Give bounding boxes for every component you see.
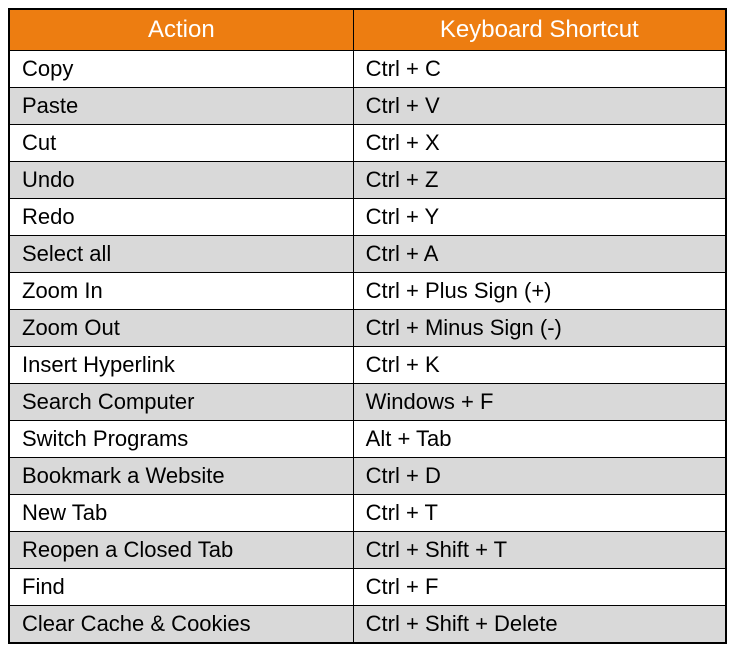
cell-action: Undo — [9, 162, 353, 199]
cell-action: Switch Programs — [9, 421, 353, 458]
cell-action: Copy — [9, 51, 353, 88]
table-row: Zoom InCtrl + Plus Sign (+) — [9, 273, 726, 310]
cell-shortcut: Ctrl + V — [353, 88, 726, 125]
table-row: UndoCtrl + Z — [9, 162, 726, 199]
header-action: Action — [9, 9, 353, 51]
cell-shortcut: Ctrl + Y — [353, 199, 726, 236]
cell-shortcut: Ctrl + Z — [353, 162, 726, 199]
cell-shortcut: Ctrl + F — [353, 569, 726, 606]
cell-action: Insert Hyperlink — [9, 347, 353, 384]
table-row: Clear Cache & CookiesCtrl + Shift + Dele… — [9, 606, 726, 644]
cell-shortcut: Ctrl + T — [353, 495, 726, 532]
table-row: RedoCtrl + Y — [9, 199, 726, 236]
cell-action: Select all — [9, 236, 353, 273]
table-header-row: Action Keyboard Shortcut — [9, 9, 726, 51]
table-row: Select allCtrl + A — [9, 236, 726, 273]
cell-shortcut: Ctrl + Shift + Delete — [353, 606, 726, 644]
cell-action: Clear Cache & Cookies — [9, 606, 353, 644]
cell-action: New Tab — [9, 495, 353, 532]
table-row: CutCtrl + X — [9, 125, 726, 162]
cell-shortcut: Ctrl + Minus Sign (-) — [353, 310, 726, 347]
shortcuts-table: Action Keyboard Shortcut CopyCtrl + CPas… — [8, 8, 727, 644]
cell-action: Bookmark a Website — [9, 458, 353, 495]
table-row: Switch ProgramsAlt + Tab — [9, 421, 726, 458]
cell-action: Paste — [9, 88, 353, 125]
header-shortcut: Keyboard Shortcut — [353, 9, 726, 51]
table-body: CopyCtrl + CPasteCtrl + VCutCtrl + XUndo… — [9, 51, 726, 644]
table-row: Zoom OutCtrl + Minus Sign (-) — [9, 310, 726, 347]
table-row: CopyCtrl + C — [9, 51, 726, 88]
cell-shortcut: Windows + F — [353, 384, 726, 421]
table-row: Insert HyperlinkCtrl + K — [9, 347, 726, 384]
cell-shortcut: Ctrl + Plus Sign (+) — [353, 273, 726, 310]
cell-action: Find — [9, 569, 353, 606]
cell-shortcut: Ctrl + C — [353, 51, 726, 88]
cell-action: Zoom Out — [9, 310, 353, 347]
cell-action: Cut — [9, 125, 353, 162]
table-row: FindCtrl + F — [9, 569, 726, 606]
table-row: Reopen a Closed TabCtrl + Shift + T — [9, 532, 726, 569]
table-row: PasteCtrl + V — [9, 88, 726, 125]
cell-action: Redo — [9, 199, 353, 236]
cell-shortcut: Ctrl + Shift + T — [353, 532, 726, 569]
table-row: Search ComputerWindows + F — [9, 384, 726, 421]
cell-shortcut: Ctrl + D — [353, 458, 726, 495]
table-row: Bookmark a WebsiteCtrl + D — [9, 458, 726, 495]
cell-action: Search Computer — [9, 384, 353, 421]
table-row: New TabCtrl + T — [9, 495, 726, 532]
cell-shortcut: Ctrl + K — [353, 347, 726, 384]
cell-action: Reopen a Closed Tab — [9, 532, 353, 569]
cell-shortcut: Ctrl + X — [353, 125, 726, 162]
cell-shortcut: Alt + Tab — [353, 421, 726, 458]
cell-shortcut: Ctrl + A — [353, 236, 726, 273]
cell-action: Zoom In — [9, 273, 353, 310]
